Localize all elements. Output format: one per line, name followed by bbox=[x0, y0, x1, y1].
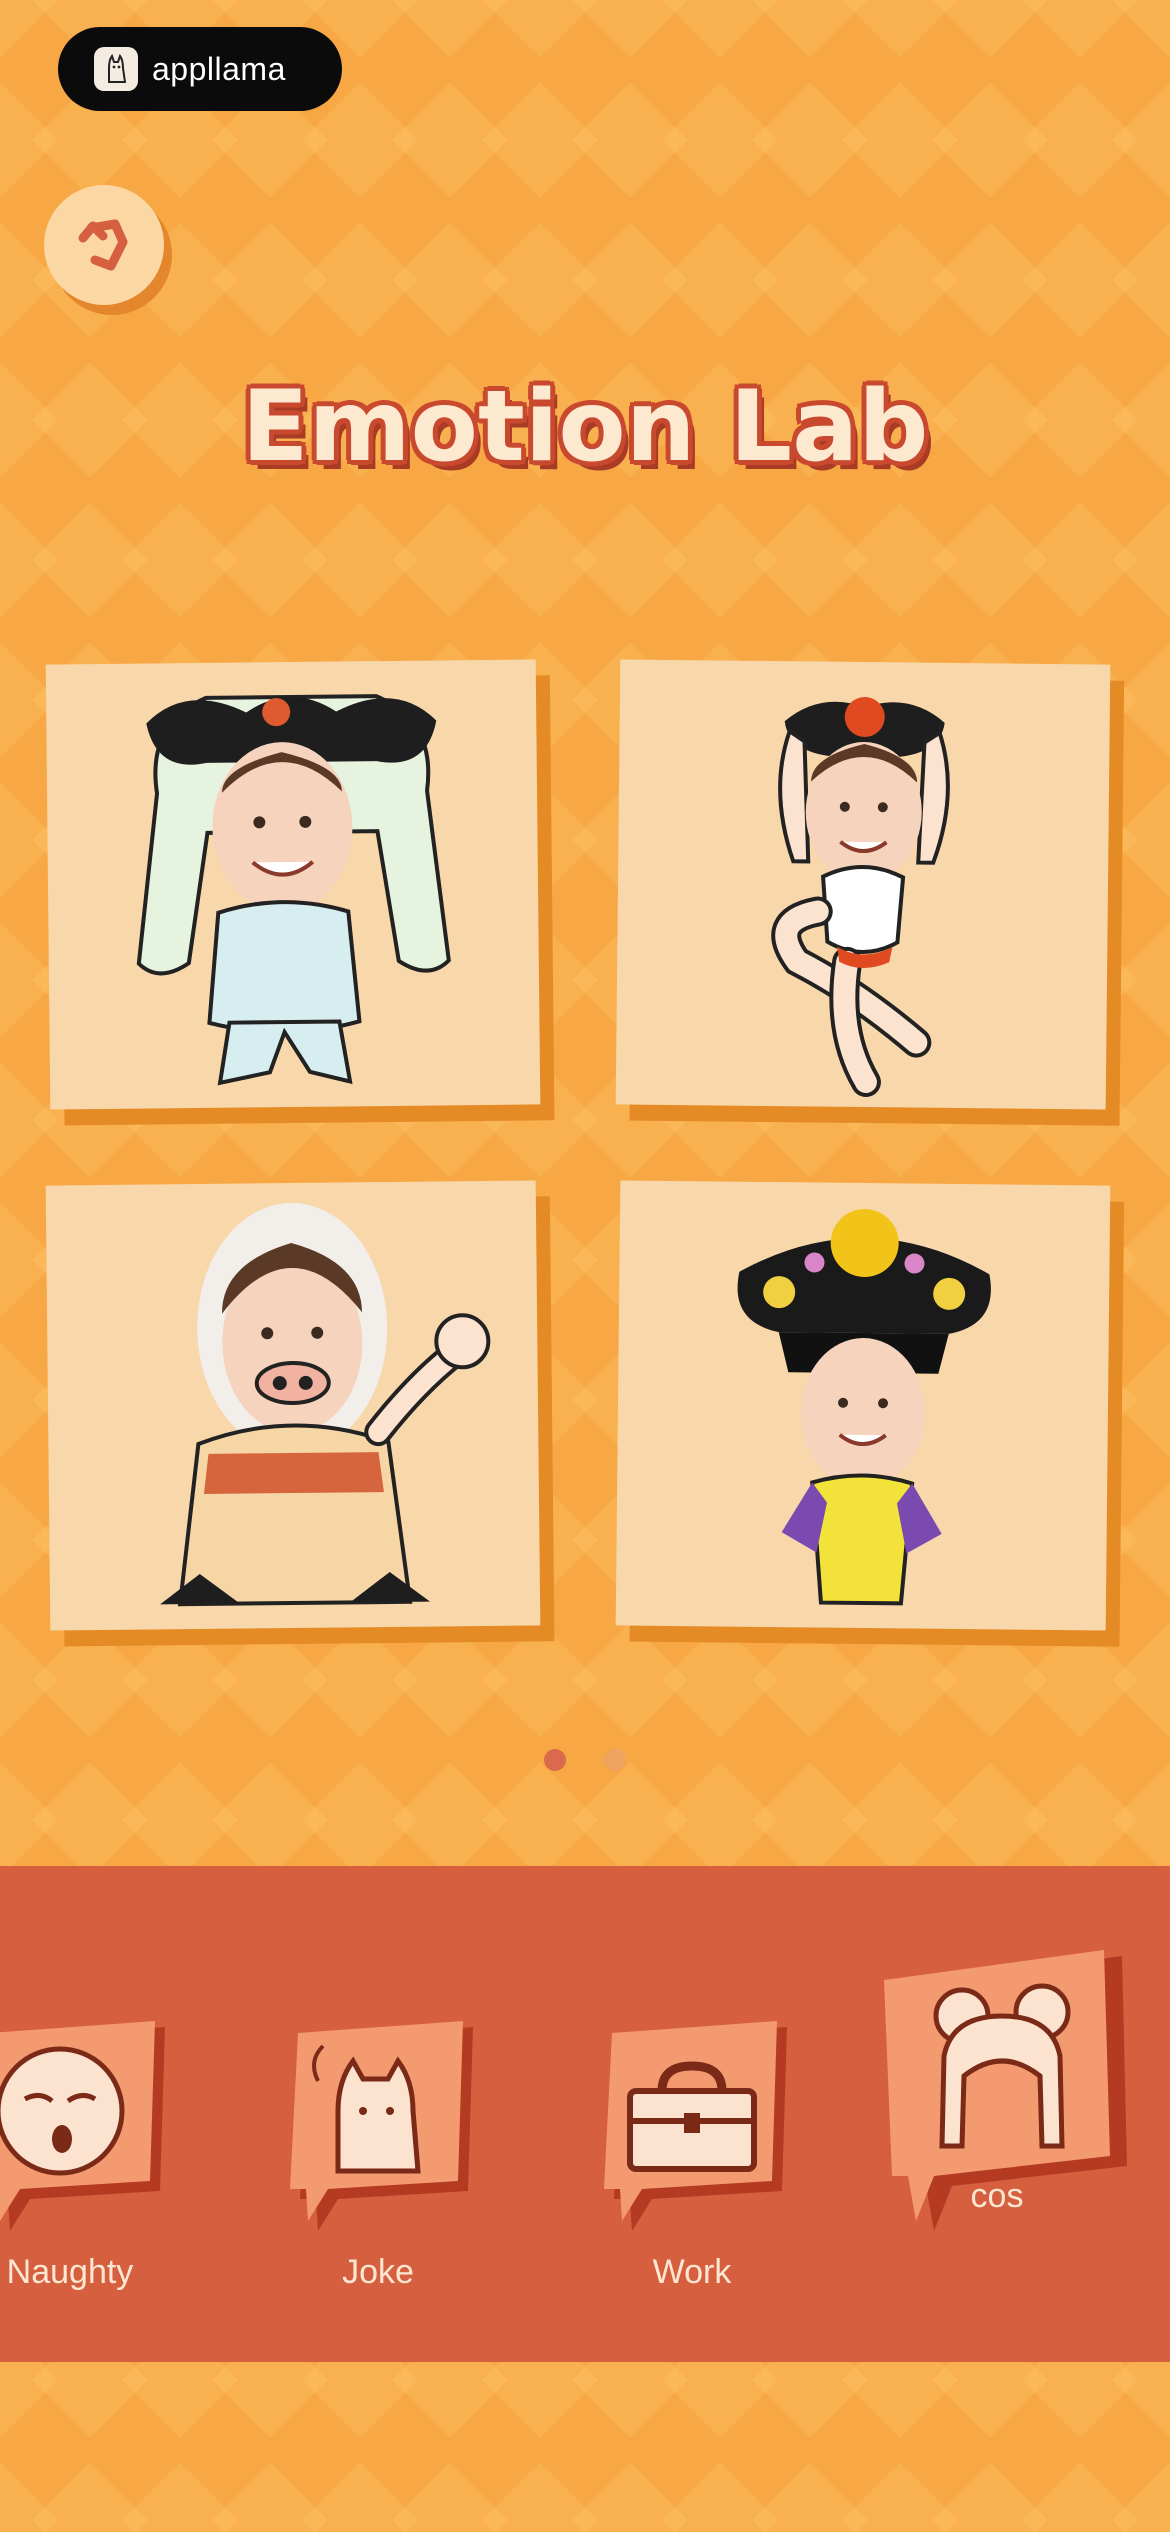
sticker-card-3[interactable] bbox=[45, 1180, 541, 1631]
page-dot-2[interactable] bbox=[604, 1749, 626, 1771]
pig-nose-sticker-image bbox=[160, 1203, 491, 1607]
category-label: Joke bbox=[342, 2253, 414, 2291]
sticker-card-1[interactable] bbox=[45, 659, 541, 1110]
sticker-card-4[interactable] bbox=[615, 1180, 1111, 1631]
briefcase-icon bbox=[604, 2021, 787, 2231]
page-indicator bbox=[0, 1749, 1170, 1771]
app-badge: appllama bbox=[58, 27, 342, 111]
naughty-face-icon bbox=[0, 2021, 165, 2231]
qing-headdress-sticker-image bbox=[737, 1209, 991, 1606]
llama-icon bbox=[290, 2021, 473, 2231]
llama-icon bbox=[94, 47, 138, 91]
category-label: Work bbox=[652, 2253, 732, 2291]
category-bar: Naughty Joke Work cos bbox=[0, 1866, 1170, 2362]
page-dot-1[interactable] bbox=[544, 1749, 566, 1771]
fairy-sticker-image bbox=[136, 694, 451, 1086]
page-title: Emotion Lab bbox=[241, 370, 929, 484]
dancer-sticker-image bbox=[771, 697, 950, 1098]
app-name: appllama bbox=[152, 50, 286, 87]
back-button[interactable] bbox=[44, 185, 164, 305]
category-label: Naughty bbox=[6, 2253, 134, 2291]
back-arrow-icon bbox=[78, 219, 128, 271]
sticker-card-2[interactable] bbox=[615, 659, 1111, 1110]
category-label: cos bbox=[970, 2177, 1024, 2215]
